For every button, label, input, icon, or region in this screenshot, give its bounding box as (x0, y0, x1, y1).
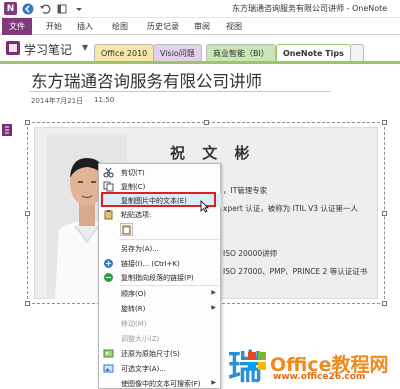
bio-line-4: ISO 27000、PMP、PRINCE 2 等认证证书 (223, 267, 368, 276)
menu-separator (119, 239, 219, 240)
tab-review[interactable]: 审阅 (188, 20, 216, 34)
resize-handle[interactable] (382, 301, 387, 306)
notebook-bar: 学习笔记 ▼ Office 2010 Visio问题 商业智能（BI） OneN… (0, 36, 400, 61)
menu-item-make-text-searchable[interactable]: 使图像中的文本可搜索(F) ▶ (100, 377, 221, 389)
tab-insert[interactable]: 插入 (71, 20, 99, 34)
resize-handle[interactable] (25, 211, 30, 216)
undo-icon[interactable] (38, 2, 51, 15)
notebook-name[interactable]: 学习笔记 (24, 41, 72, 58)
mouse-cursor-icon (200, 200, 209, 213)
menu-item-restore-size[interactable]: 还原为原始尺寸(S) (100, 347, 221, 360)
new-section-tab[interactable] (350, 44, 364, 61)
onenote-app-icon[interactable]: N (4, 2, 17, 15)
clipboard-icon (122, 225, 131, 235)
page-time: 11:50 (94, 96, 115, 104)
window-title: 东方瑞通咨询服务有限公司讲师 - OneNote (232, 4, 388, 13)
watermark-site: www.office26.com (273, 372, 366, 382)
paste-keep-format-button[interactable] (120, 223, 133, 236)
copy-icon (103, 181, 114, 192)
back-icon[interactable] (21, 2, 34, 15)
note-container-icon (2, 124, 12, 136)
page-title[interactable]: 东方瑞通咨询服务有限公司讲师 (31, 68, 262, 92)
restore-size-icon (103, 349, 114, 358)
menu-separator (119, 285, 219, 286)
bio-line-2: xpert 认证，被称为 ITIL V3 认证第一人 (223, 204, 358, 213)
office-logo-icon (248, 352, 266, 370)
bio-line-1: ，IT管理专家 (223, 186, 268, 195)
menu-item-copy-paragraph-link[interactable]: 复制指向段落的链接(P) (100, 271, 221, 284)
link-copy-icon (104, 273, 113, 282)
submenu-arrow-icon: ▶ (211, 304, 216, 311)
link-icon (104, 259, 113, 268)
menu-item-rotate[interactable]: 旋转(R) ▶ (100, 302, 221, 315)
tab-history[interactable]: 历史记录 (141, 20, 185, 34)
resize-handle[interactable] (204, 120, 209, 125)
menu-item-cut[interactable]: 剪切(T) (100, 166, 221, 179)
bio-line-3: ISO 20000讲师 (223, 249, 278, 258)
title-underline (30, 91, 330, 92)
notebook-icon[interactable] (6, 41, 20, 55)
paste-icon (104, 210, 113, 220)
tab-home[interactable]: 开始 (40, 20, 68, 34)
menu-item-save-as[interactable]: 另存为(A)... (100, 242, 221, 255)
menu-item-move: 移动(M) (121, 320, 147, 328)
menu-item-alt-text[interactable]: 可选文字(A)... (100, 362, 221, 375)
customize-qat-icon[interactable] (72, 2, 85, 15)
menu-item-link[interactable]: 链接(I)... (Ctrl+K) (100, 257, 221, 270)
section-tab-office2010[interactable]: Office 2010 (94, 44, 155, 61)
scissors-icon (103, 167, 114, 178)
ribbon-tabs: 文件 开始 插入 绘图 历史记录 审阅 视图 (0, 18, 400, 35)
dock-icon[interactable] (55, 2, 68, 15)
resize-handle[interactable] (25, 120, 30, 125)
submenu-arrow-icon: ▶ (211, 379, 216, 386)
tab-file[interactable]: 文件 (2, 18, 32, 35)
page-date: 2014年7月21日 (31, 97, 84, 105)
profile-name-heading: 祝 文 彬 (170, 144, 256, 162)
highlight-box (101, 192, 216, 207)
page-margin (0, 64, 14, 264)
tab-draw[interactable]: 绘图 (106, 20, 134, 34)
resize-handle[interactable] (382, 120, 387, 125)
menu-item-order[interactable]: 顺序(O) ▶ (100, 287, 221, 300)
quick-access-toolbar: N (4, 2, 85, 15)
tab-view[interactable]: 视图 (220, 20, 248, 34)
menu-item-resize: 调整大小(Z) (121, 335, 160, 343)
section-tab-visio[interactable]: Visio问题 (153, 44, 202, 61)
resize-handle[interactable] (382, 211, 387, 216)
section-tab-bi[interactable]: 商业智能（BI） (206, 44, 276, 61)
notebook-dropdown-icon[interactable]: ▼ (82, 43, 88, 52)
alt-text-icon (103, 364, 114, 373)
submenu-arrow-icon: ▶ (211, 289, 216, 296)
resize-handle[interactable] (25, 301, 30, 306)
title-bar: N 东方瑞通咨询服务有限公司讲师 - OneNote (0, 0, 400, 18)
section-tab-onenote-tips[interactable]: OneNote Tips (276, 44, 351, 61)
